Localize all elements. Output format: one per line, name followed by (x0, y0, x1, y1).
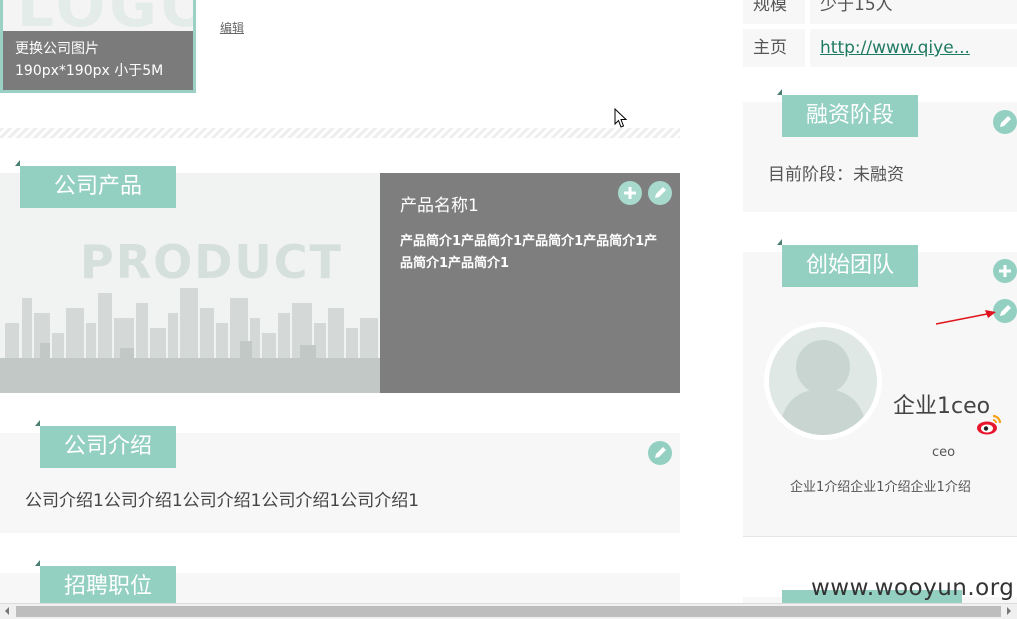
avatar (764, 322, 882, 440)
edit-intro-button[interactable] (648, 441, 672, 465)
member-title: ceo (932, 445, 956, 460)
city-skyline-image (0, 288, 380, 393)
edit-product-button[interactable] (648, 181, 672, 205)
pencil-icon (1000, 116, 1011, 127)
change-image-label: 更换公司图片 (15, 41, 99, 57)
info-value-scale: 少于15人 (820, 0, 893, 15)
watermark: www.wooyun.org (811, 575, 1015, 601)
intro-section-title: 公司介绍 (35, 420, 176, 468)
plus-icon (999, 265, 1011, 277)
team-section-title: 创始团队 (777, 239, 918, 287)
products-section-title: 公司产品 (15, 160, 176, 208)
change-image-overlay[interactable]: 更换公司图片 190px*190px 小于5M (3, 31, 193, 90)
edit-company-link[interactable]: 编辑 (220, 19, 244, 36)
horizontal-scrollbar[interactable] (0, 603, 1017, 619)
intro-text: 公司介绍1公司介绍1公司介绍1公司介绍1公司介绍1 (25, 491, 420, 511)
add-product-button[interactable] (618, 181, 642, 205)
scroll-right-arrow[interactable] (1007, 607, 1011, 615)
info-key-homepage: 主页 (753, 38, 787, 58)
scrollbar-thumb[interactable] (16, 606, 1001, 617)
pencil-icon (655, 447, 666, 458)
info-key-scale: 规模 (753, 0, 787, 15)
divider-hatch (0, 128, 680, 138)
info-value-homepage-cell: http://www.qiye... (810, 29, 1017, 67)
scroll-left-arrow[interactable] (5, 607, 9, 615)
funding-section-title: 融资阶段 (777, 89, 918, 137)
pencil-icon (655, 187, 666, 198)
info-key-homepage-cell: 主页 (743, 29, 805, 67)
edit-funding-button[interactable] (993, 110, 1017, 134)
product-card: 产品名称1 产品简介1产品简介1产品简介1产品简介1产品简介1产品简介1 (380, 173, 680, 393)
product-name: 产品名称1 (400, 196, 479, 216)
jobs-section-title: 招聘职位 (35, 560, 176, 608)
weibo-icon[interactable] (976, 413, 1002, 435)
homepage-link[interactable]: http://www.qiye... (820, 38, 970, 58)
team-divider (743, 536, 1017, 537)
user-silhouette-icon (779, 340, 867, 435)
company-logo[interactable]: LOGO 更换公司图片 190px*190px 小于5M (0, 0, 196, 93)
image-spec-label: 190px*190px 小于5M (15, 63, 164, 79)
plus-icon (624, 187, 636, 199)
funding-stage-text: 目前阶段：未融资 (768, 165, 904, 185)
member-intro: 企业1介绍企业1介绍企业1介绍 (790, 480, 971, 495)
red-arrow-annotation (935, 310, 996, 325)
add-member-button[interactable] (993, 259, 1017, 283)
info-key-scale-cell: 规模 (743, 0, 805, 24)
info-value-scale-cell: 少于15人 (810, 0, 1017, 24)
product-description: 产品简介1产品简介1产品简介1产品简介1产品简介1产品简介1 (400, 234, 658, 271)
mouse-cursor-icon (614, 108, 628, 128)
